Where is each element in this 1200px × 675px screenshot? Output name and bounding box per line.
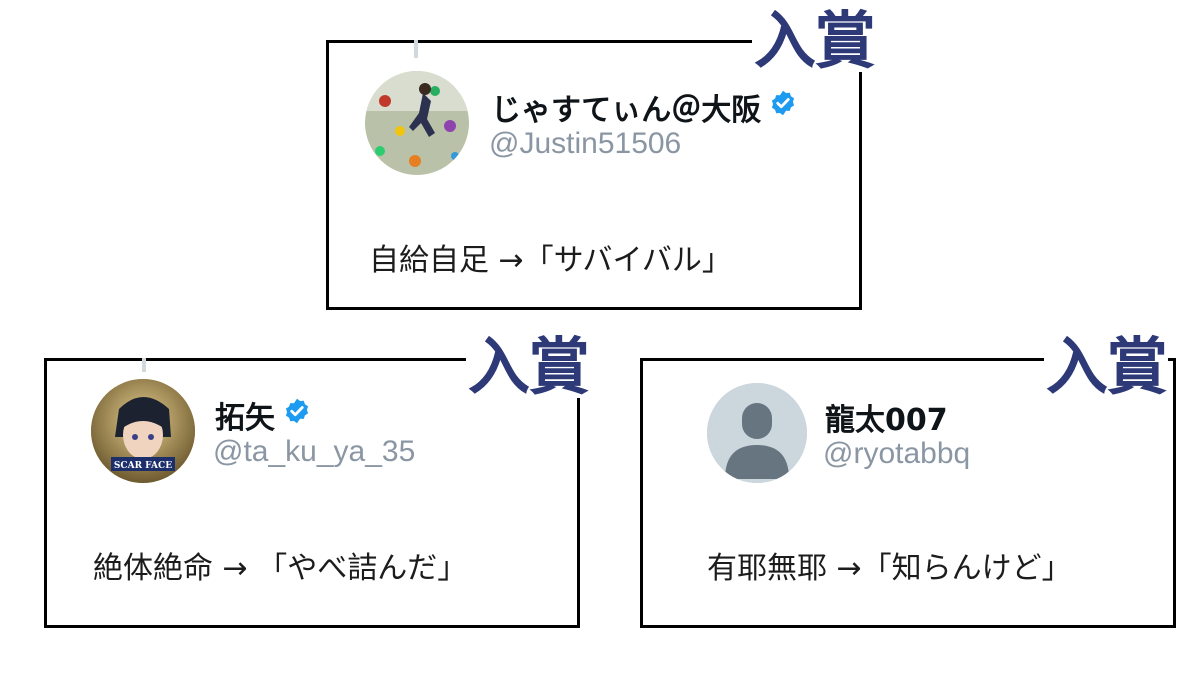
display-name[interactable]: じゃすてぃん＠大阪 <box>491 85 797 129</box>
display-name-text: じゃすてぃん＠大阪 <box>491 93 762 128</box>
user-handle[interactable]: @Justin51506 <box>489 127 681 161</box>
avatar[interactable]: SCAR FACE <box>91 379 195 483</box>
avatar[interactable] <box>707 383 807 483</box>
avatar-image: SCAR FACE <box>91 379 195 483</box>
svg-text:SCAR FACE: SCAR FACE <box>114 461 172 471</box>
display-name[interactable]: 拓矢 <box>215 393 311 437</box>
display-name-text: 拓矢 <box>215 401 275 436</box>
tweet-card-1[interactable]: じゃすてぃん＠大阪 @Justin51506 自給自足 →「サバイバル」 <box>326 40 862 310</box>
verified-badge-icon <box>769 89 797 125</box>
avatar-image <box>365 71 469 175</box>
award-label: 入賞 <box>466 330 590 403</box>
thread-line <box>414 40 418 58</box>
avatar[interactable] <box>365 71 469 175</box>
tweet-text: 絶体絶命 → 「やべ詰んだ」 <box>93 551 468 586</box>
tweet-text: 有耶無耶 →「知らんけど」 <box>707 551 1072 586</box>
display-name-text: 龍太007 <box>825 403 948 438</box>
user-handle[interactable]: @ryotabbq <box>823 437 970 471</box>
default-person-icon <box>707 383 807 483</box>
verified-badge-icon <box>283 397 311 433</box>
award-label: 入賞 <box>752 4 876 77</box>
user-handle[interactable]: @ta_ku_ya_35 <box>213 435 415 469</box>
award-label: 入賞 <box>1044 330 1168 403</box>
tweet-text: 自給自足 →「サバイバル」 <box>369 243 732 278</box>
thread-line <box>142 358 146 372</box>
display-name[interactable]: 龍太007 <box>825 395 948 439</box>
